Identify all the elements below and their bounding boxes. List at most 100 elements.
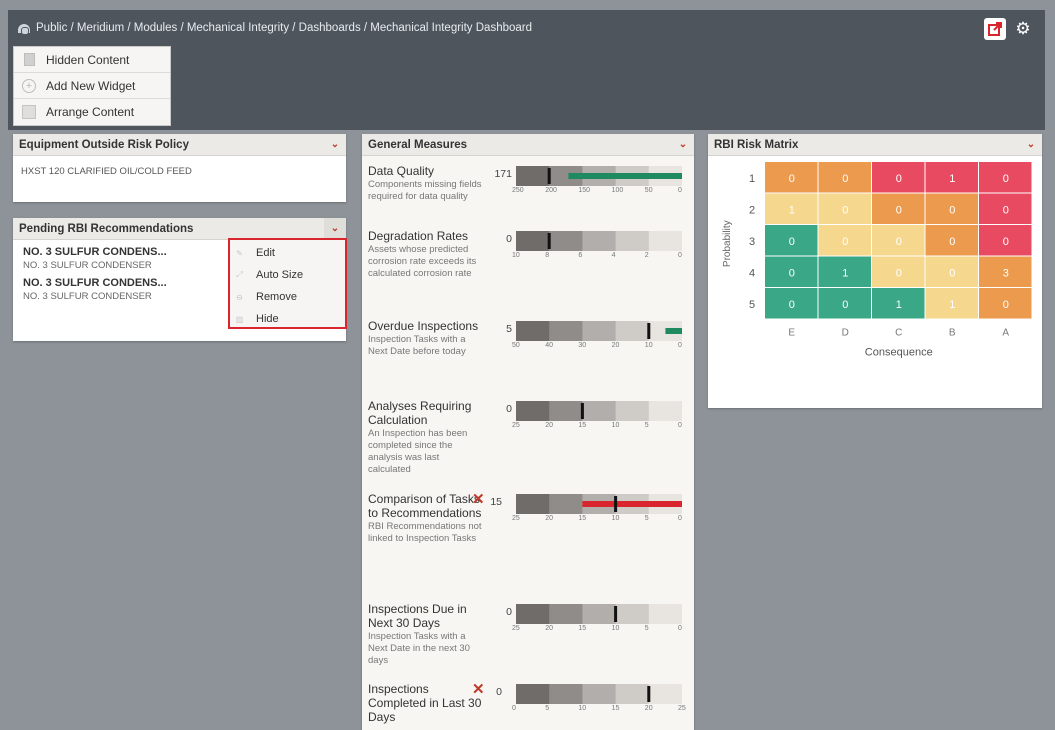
add-new-widget-item[interactable]: + Add New Widget <box>14 73 170 99</box>
bullet-chart[interactable] <box>516 321 682 341</box>
widget-title: General Measures <box>368 138 468 151</box>
tick-label: 25 <box>512 422 520 429</box>
tick-label: 0 <box>512 705 516 712</box>
measure-title-text: Overdue Inspections <box>368 319 479 333</box>
tick-label: 0 <box>678 187 682 194</box>
x-tick-label: E <box>788 328 795 339</box>
hide-menu-item[interactable]: ▥ Hide <box>230 308 345 330</box>
tick-label: 250 <box>512 187 524 194</box>
tick-label: 25 <box>512 625 520 632</box>
edit-menu-item[interactable]: ✎ Edit <box>230 242 345 264</box>
risk-matrix-chart: 0 0 0 1 0 1 0 0 0 0 0 0 0 0 0 0 1 0 0 3 0 0 1 1 0 1 2 3 4 5 E D C B A Conse… <box>722 162 1032 359</box>
add-new-widget-label: Add New Widget <box>46 78 136 93</box>
bullet-chart[interactable] <box>516 604 682 624</box>
tick-label: 10 <box>611 422 620 429</box>
bullet-band <box>648 604 682 624</box>
measure-value: 171 <box>494 168 512 180</box>
measure-title[interactable]: Degradation Rates Assets whose predicted … <box>368 229 484 280</box>
hide-label: Hide <box>256 313 279 325</box>
measure-title[interactable]: Inspections Completed in Last 30 Days <box>368 682 484 724</box>
tick-label: 0 <box>678 515 682 522</box>
bullet-band <box>648 231 682 251</box>
tick-label: 15 <box>578 515 587 522</box>
bullet-chart[interactable] <box>516 166 682 186</box>
cell-value: 0 <box>896 236 902 248</box>
bullet-band <box>549 604 583 624</box>
measure-description: RBI Recommendations not linked to Inspec… <box>368 521 482 544</box>
tick-label: 0 <box>678 252 682 259</box>
chevron-down-icon[interactable]: ⌄ <box>324 134 346 156</box>
bullet-chart[interactable] <box>516 231 682 251</box>
x-tick-label: A <box>1002 328 1009 339</box>
bullet-band <box>582 401 617 421</box>
cell-value: 0 <box>1003 204 1009 216</box>
gear-icon: ⚙ <box>1015 19 1031 38</box>
tick-label: 15 <box>578 422 587 429</box>
export-icon <box>988 22 1002 36</box>
measure-title[interactable]: Inspections Due in Next 30 Days Inspectio… <box>368 602 484 667</box>
tick-label: 20 <box>611 342 620 349</box>
arrange-content-label: Arrange Content <box>46 105 135 119</box>
pencil-icon: ✎ <box>236 248 243 258</box>
cell-value: 3 <box>1003 267 1009 279</box>
bullet-chart[interactable] <box>516 401 682 421</box>
tick-label: 6 <box>578 252 583 259</box>
cell-value: 0 <box>896 173 902 185</box>
measure-value: 0 <box>506 403 512 415</box>
arrange-content-item[interactable]: Arrange Content <box>14 99 170 125</box>
hidden-content-item[interactable]: Hidden Content <box>14 47 170 73</box>
bullet-band <box>582 231 617 251</box>
chevron-down-icon[interactable]: ⌄ <box>1020 134 1042 156</box>
measure-description: Inspection Tasks with a Next Date before… <box>368 334 466 357</box>
x-tick-label: D <box>842 328 849 339</box>
x-axis-label: Consequence <box>865 347 933 359</box>
bullet-axis: 250 200 150 100 50 0 <box>511 187 687 197</box>
bullet-band <box>615 321 650 341</box>
measure-title[interactable]: Overdue Inspections Inspection Tasks with… <box>368 319 484 358</box>
auto-size-label: Auto Size <box>256 269 304 281</box>
measure-description: Assets whose predicted corrosion rate ex… <box>368 244 477 279</box>
tick-label: 20 <box>545 625 553 632</box>
breadcrumb[interactable]: Public / Meridium / Modules / Mechanical… <box>18 22 532 35</box>
bullet-axis: 10 8 6 4 2 0 <box>511 252 687 262</box>
export-button[interactable] <box>984 18 1006 40</box>
y-tick-label: 1 <box>749 173 755 185</box>
measure-title[interactable]: Analyses Requiring Calculation An Inspect… <box>368 399 484 476</box>
remove-menu-item[interactable]: ⊖ Remove <box>230 286 345 308</box>
bullet-band <box>516 231 550 251</box>
rbi-risk-matrix-widget: RBI Risk Matrix ⌄ 0001010000000000100300… <box>708 134 1042 408</box>
equipment-row[interactable]: HXST 120 CLARIFIED OIL/COLD FEED <box>13 156 346 177</box>
measure-title[interactable]: Comparison of Tasks to Recommendations RB… <box>368 492 484 545</box>
tick-label: 15 <box>578 625 587 632</box>
tick-label: 8 <box>545 252 550 259</box>
cell-value: 1 <box>949 299 955 311</box>
bullet-band <box>582 604 617 624</box>
auto-size-menu-item[interactable]: ⤢ Auto Size <box>230 264 345 286</box>
cell-value: 0 <box>789 267 795 279</box>
x-tick-label: C <box>895 328 902 339</box>
bullet-band <box>549 494 583 514</box>
bullet-chart[interactable] <box>516 494 682 514</box>
chevron-down-icon[interactable]: ⌄ <box>672 134 694 156</box>
cell-value: 0 <box>949 204 955 216</box>
home-icon[interactable] <box>18 23 30 35</box>
breadcrumb-path[interactable]: Public / Meridium / Modules / Mechanical… <box>36 22 532 34</box>
widget-title: Pending RBI Recommendations <box>19 222 194 235</box>
tick-label: 25 <box>512 515 520 522</box>
cell-value: 0 <box>1003 173 1009 185</box>
chevron-down-icon[interactable]: ⌄ <box>324 217 346 240</box>
cell-value: 0 <box>842 173 848 185</box>
y-tick-label: 2 <box>749 204 755 216</box>
bullet-band <box>516 166 550 186</box>
measure-description: Inspection Tasks with a Next Date in the… <box>368 631 470 666</box>
settings-button[interactable]: ⚙ <box>1012 18 1034 40</box>
bullet-axis: 50 40 30 20 10 0 <box>511 342 687 352</box>
bullet-band <box>615 401 650 421</box>
measure-title[interactable]: Data Quality Components missing fields re… <box>368 164 484 203</box>
tick-label: 50 <box>644 187 653 194</box>
resize-icon: ⤢ <box>236 270 243 279</box>
tick-label: 10 <box>611 515 620 522</box>
bullet-chart[interactable] <box>516 684 682 704</box>
y-tick-label: 4 <box>749 267 755 279</box>
tick-label: 5 <box>644 515 649 522</box>
